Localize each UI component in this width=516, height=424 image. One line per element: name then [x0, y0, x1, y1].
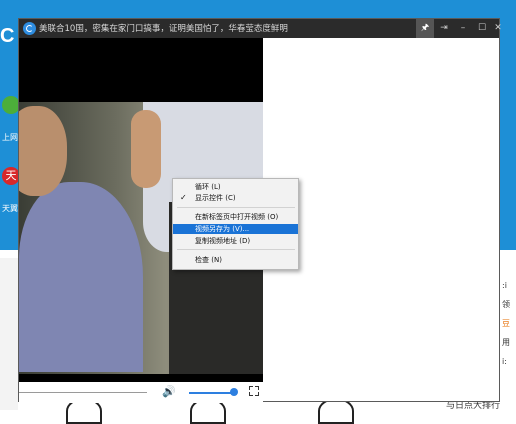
- menu-item-show-controls[interactable]: ✓ 显示控件 (C): [173, 193, 298, 203]
- volume-slider-handle[interactable]: [230, 388, 238, 396]
- menu-item-copy-video-address[interactable]: 复制视频地址 (D): [173, 236, 298, 246]
- right-col-text: 用: [502, 338, 510, 347]
- background-card-edge: [0, 258, 18, 410]
- menu-item-inspect[interactable]: 检查 (N): [173, 255, 298, 265]
- menu-item-label: 检查 (N): [195, 256, 222, 264]
- background-right-column: :i 领 豆 用 i:: [502, 276, 516, 371]
- menu-item-label: 显示控件 (C): [195, 194, 236, 202]
- menu-item-label: 视频另存为 (V)...: [195, 225, 250, 233]
- context-menu: 循环 (L) ✓ 显示控件 (C) 在新标签页中打开视频 (O) 视频另存为 (…: [172, 178, 299, 270]
- title-bar[interactable]: 美联合10国，密集在家门口搞事，证明美国怕了，华春莹态度鲜明 🖈 ⇥ – ☐ ✕: [19, 19, 502, 38]
- video-arm: [131, 110, 161, 188]
- menu-separator: [177, 207, 295, 208]
- right-col-text: i:: [502, 357, 507, 366]
- menu-item-open-in-new-tab[interactable]: 在新标签页中打开视频 (O): [173, 212, 298, 222]
- right-col-text: 领: [502, 300, 510, 309]
- pin-icon[interactable]: 🖈: [416, 19, 434, 38]
- right-col-text: :i: [502, 281, 507, 290]
- app-label-tianyi: 天翼: [2, 204, 18, 213]
- checkmark-icon: ✓: [180, 193, 187, 202]
- video-person-left: [19, 182, 143, 372]
- fullscreen-icon[interactable]: [249, 386, 259, 396]
- menu-item-label: 循环 (L): [195, 183, 221, 191]
- menu-item-loop[interactable]: 循环 (L): [173, 182, 298, 192]
- menu-item-label: 在新标签页中打开视频 (O): [195, 213, 279, 221]
- background-logo: C: [0, 25, 15, 47]
- window-title: 美联合10国，密集在家门口搞事，证明美国怕了，华春莹态度鲜明: [39, 24, 288, 34]
- minimize-button[interactable]: –: [454, 19, 472, 38]
- volume-slider[interactable]: [189, 392, 233, 394]
- close-button[interactable]: ✕: [489, 19, 507, 38]
- player-controls: 🔊: [19, 382, 263, 403]
- menu-separator: [177, 249, 295, 250]
- volume-icon[interactable]: 🔊: [162, 385, 176, 398]
- progress-bar[interactable]: [19, 392, 147, 393]
- menu-item-save-video-as[interactable]: 视频另存为 (V)...: [173, 224, 298, 234]
- right-col-text: 豆: [502, 319, 510, 328]
- app-label-shangwang: 上网: [2, 133, 18, 142]
- menu-item-label: 复制视频地址 (D): [195, 237, 251, 245]
- exit-pip-icon[interactable]: ⇥: [435, 19, 453, 38]
- video-head: [19, 106, 67, 196]
- browser-logo-icon: [23, 22, 36, 35]
